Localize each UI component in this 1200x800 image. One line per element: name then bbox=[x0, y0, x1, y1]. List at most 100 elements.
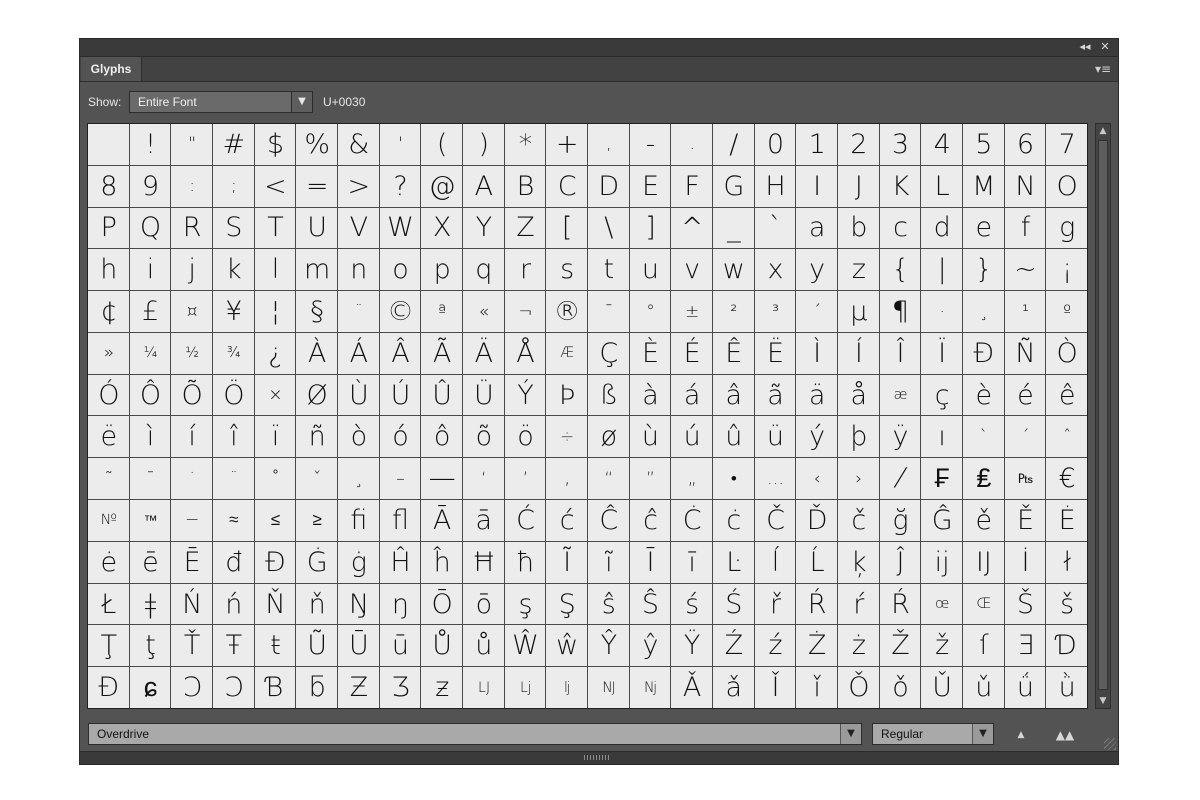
glyph-cell[interactable]: " bbox=[171, 124, 212, 165]
glyph-cell[interactable]: Ü bbox=[463, 374, 504, 416]
glyph-cell[interactable]: ¿ bbox=[254, 332, 296, 374]
glyph-cell[interactable]: Ý bbox=[504, 374, 546, 416]
glyph-cell[interactable]: ß bbox=[588, 374, 629, 416]
glyph-scrollbar[interactable]: ▲ ▼ bbox=[1095, 123, 1111, 709]
glyph-cell[interactable]: Ĳ bbox=[963, 541, 1004, 583]
glyph-cell[interactable]: Î bbox=[879, 332, 921, 374]
glyph-cell[interactable]: w bbox=[713, 249, 754, 291]
panel-menu-icon[interactable]: ▾≡ bbox=[1094, 61, 1112, 77]
glyph-cell[interactable]: < bbox=[254, 165, 296, 207]
glyph-cell[interactable]: ª bbox=[421, 291, 462, 332]
glyph-cell[interactable]: » bbox=[88, 332, 129, 374]
glyph-cell[interactable]: × bbox=[254, 374, 296, 416]
glyph-cell[interactable]: Ĵ bbox=[879, 541, 921, 583]
glyph-cell[interactable]: đ bbox=[213, 541, 254, 583]
glyph-cell[interactable]: ø bbox=[588, 416, 629, 458]
glyph-cell[interactable]: ī bbox=[671, 541, 712, 583]
glyph-cell[interactable]: Æ bbox=[546, 332, 587, 374]
glyph-cell[interactable]: ! bbox=[129, 124, 171, 165]
glyph-cell[interactable]: ǈ bbox=[504, 667, 546, 708]
glyph-cell[interactable]: @ bbox=[421, 165, 462, 207]
glyph-cell[interactable]: s bbox=[546, 249, 587, 291]
glyph-cell[interactable]: â bbox=[713, 374, 754, 416]
glyph-cell[interactable]: Ŕ bbox=[879, 583, 921, 625]
glyph-cell[interactable]: ¸ bbox=[338, 458, 379, 500]
glyph-cell[interactable]: 9 bbox=[129, 165, 171, 207]
glyph-cell[interactable]: Ħ bbox=[463, 541, 504, 583]
glyph-cell[interactable]: Ǝ bbox=[1004, 625, 1046, 667]
glyph-cell[interactable]: ã bbox=[754, 374, 796, 416]
glyph-cell[interactable]: – bbox=[379, 458, 421, 500]
glyph-cell[interactable]: 4 bbox=[921, 124, 962, 165]
glyph-cell[interactable]: î bbox=[213, 416, 254, 458]
glyph-cell[interactable]: Œ bbox=[963, 583, 1004, 625]
glyph-cell[interactable]: Ä bbox=[463, 332, 504, 374]
glyph-cell[interactable]: Ż bbox=[796, 625, 837, 667]
glyph-cell[interactable]: p bbox=[421, 249, 462, 291]
glyph-cell[interactable]: 3 bbox=[879, 124, 921, 165]
glyph-cell[interactable]: “ bbox=[588, 458, 629, 500]
glyph-cell[interactable]: F bbox=[671, 165, 712, 207]
glyph-cell[interactable]: Ġ bbox=[296, 541, 337, 583]
glyph-cell[interactable]: { bbox=[879, 249, 921, 291]
glyph-cell[interactable]: ÷ bbox=[546, 416, 587, 458]
glyph-cell[interactable]: ¯ bbox=[588, 291, 629, 332]
glyph-cell[interactable]: ò bbox=[338, 416, 379, 458]
glyph-cell[interactable]: Ö bbox=[213, 374, 254, 416]
glyph-cell[interactable]: © bbox=[379, 291, 421, 332]
glyph-cell[interactable]: Ǎ bbox=[671, 667, 712, 708]
glyph-cell[interactable]: Ǐ bbox=[754, 667, 796, 708]
glyph-cell[interactable]: W bbox=[379, 207, 421, 249]
glyph-cell[interactable]: 0 bbox=[754, 124, 796, 165]
glyph-cell[interactable]: Ŝ bbox=[629, 583, 671, 625]
glyph-cell[interactable]: Đ bbox=[254, 541, 296, 583]
glyph-cell[interactable]: Á bbox=[338, 332, 379, 374]
glyph-cell[interactable]: 8 bbox=[88, 165, 129, 207]
glyph-cell[interactable]: H bbox=[754, 165, 796, 207]
glyph-cell[interactable]: Ò bbox=[1046, 332, 1087, 374]
glyph-cell[interactable]: ¸ bbox=[963, 291, 1004, 332]
glyph-cell[interactable]: ǐ bbox=[796, 667, 837, 708]
glyph-cell[interactable]: Ť bbox=[171, 625, 212, 667]
glyph-cell[interactable]: š bbox=[1046, 583, 1087, 625]
glyph-cell[interactable]: Ʒ bbox=[379, 667, 421, 708]
glyph-cell[interactable]: ū bbox=[379, 625, 421, 667]
glyph-cell[interactable]: ŝ bbox=[588, 583, 629, 625]
glyph-cell[interactable]: „ bbox=[671, 458, 712, 500]
glyph-cell[interactable]: P bbox=[88, 207, 129, 249]
zoom-out-icon[interactable]: ▲ bbox=[1012, 725, 1030, 745]
glyph-cell[interactable]: Ɔ bbox=[171, 667, 212, 708]
glyph-cell[interactable]: | bbox=[921, 249, 962, 291]
glyph-cell[interactable]: z bbox=[838, 249, 879, 291]
glyph-cell[interactable]: ˙ bbox=[171, 458, 212, 500]
glyph-cell[interactable]: • bbox=[713, 458, 754, 500]
glyph-cell[interactable]: 6 bbox=[1004, 124, 1046, 165]
glyph-cell[interactable]: Ţ bbox=[88, 625, 129, 667]
glyph-cell[interactable]: ≈ bbox=[213, 500, 254, 541]
glyph-cell[interactable]: ǂ bbox=[129, 583, 171, 625]
glyph-cell[interactable]: & bbox=[338, 124, 379, 165]
font-style-dropdown[interactable]: Regular ▼ bbox=[872, 723, 994, 745]
glyph-cell[interactable]: ~ bbox=[1004, 249, 1046, 291]
glyph-cell[interactable]: Ã bbox=[421, 332, 462, 374]
glyph-cell[interactable]: Ɖ bbox=[88, 667, 129, 708]
glyph-cell[interactable]: N bbox=[1004, 165, 1046, 207]
glyph-cell[interactable]: é bbox=[1004, 374, 1046, 416]
glyph-cell[interactable]: ‹ bbox=[796, 458, 837, 500]
glyph-cell[interactable]: _ bbox=[713, 207, 754, 249]
glyph-cell[interactable]: M bbox=[963, 165, 1004, 207]
glyph-cell[interactable]: ù bbox=[629, 416, 671, 458]
glyph-cell[interactable]: ń bbox=[213, 583, 254, 625]
glyph-cell[interactable]: Í bbox=[838, 332, 879, 374]
glyph-cell[interactable]: j bbox=[171, 249, 212, 291]
glyph-cell[interactable]: ô bbox=[421, 416, 462, 458]
glyph-cell[interactable]: . bbox=[671, 124, 712, 165]
glyph-cell[interactable]: ˜ bbox=[88, 458, 129, 500]
glyph-cell[interactable]: ¨ bbox=[213, 458, 254, 500]
glyph-cell[interactable]: - bbox=[629, 124, 671, 165]
glyph-cell[interactable]: } bbox=[963, 249, 1004, 291]
glyph-cell[interactable]: º bbox=[1046, 291, 1087, 332]
glyph-cell[interactable]: ˇ bbox=[296, 458, 337, 500]
glyph-cell[interactable]: ¢ bbox=[88, 291, 129, 332]
glyph-cell[interactable]: Ş bbox=[546, 583, 587, 625]
